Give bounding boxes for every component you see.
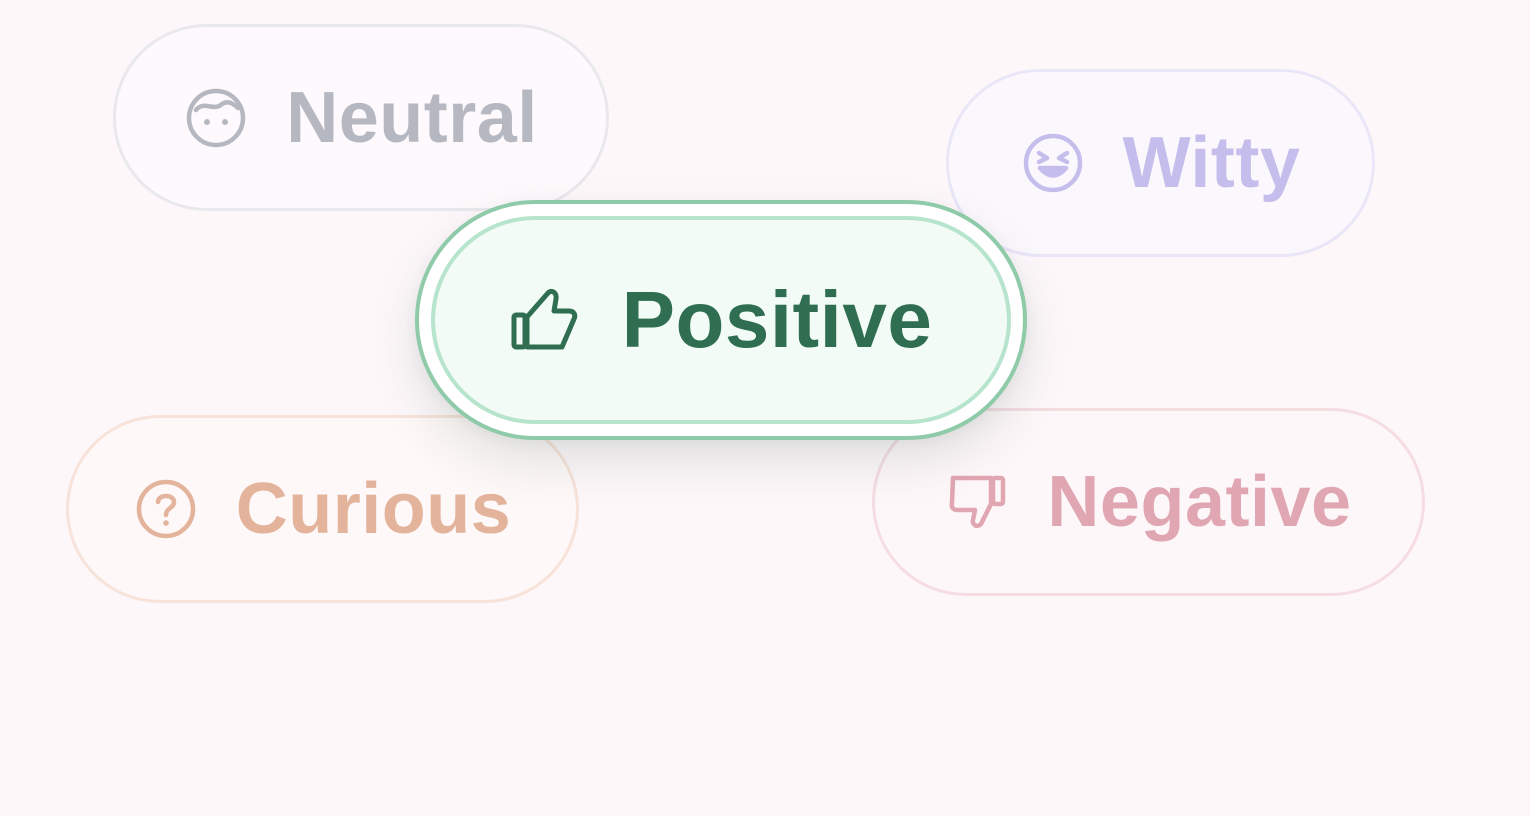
tone-option-positive[interactable]: Positive [415,200,1027,440]
tone-label-negative: Negative [1047,462,1352,542]
tone-option-neutral[interactable]: Neutral [113,24,609,211]
question-circle-icon [134,477,198,541]
tone-option-negative[interactable]: Negative [872,408,1425,596]
tone-label-positive: Positive [621,275,933,364]
thumbs-down-icon [945,470,1009,534]
thumbs-up-icon [510,285,580,355]
tone-option-positive-inner: Positive [431,216,1011,424]
tone-label-curious: Curious [235,469,512,549]
tone-option-curious[interactable]: Curious [66,415,579,603]
tone-label-neutral: Neutral [286,77,538,158]
laughing-face-icon [1021,131,1085,195]
neutral-face-icon [184,86,248,150]
tone-selector: Neutral Witty Curious Negative Positive [0,0,1530,816]
tone-label-witty: Witty [1122,123,1301,203]
tone-option-witty[interactable]: Witty [946,69,1375,257]
